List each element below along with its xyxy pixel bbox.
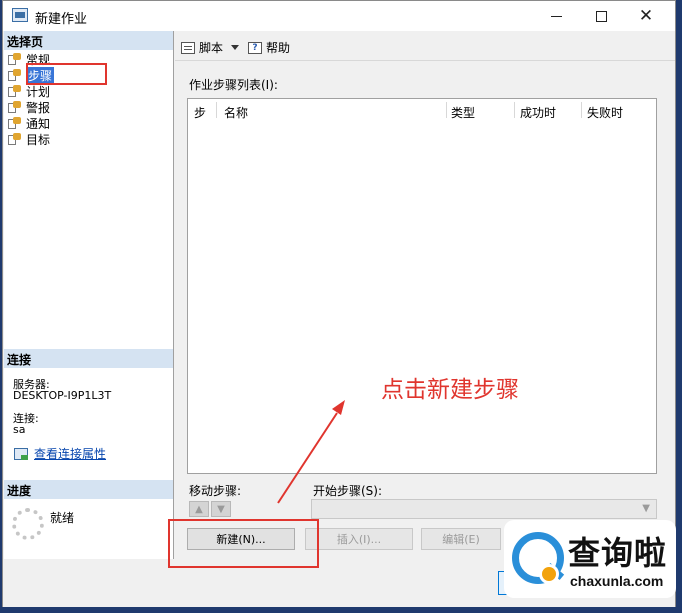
watermark-name: 查询啦 bbox=[568, 534, 668, 572]
annotation-text: 点击新建步骤 bbox=[381, 377, 519, 403]
watermark: 查询啦 chaxunla.com bbox=[504, 520, 676, 598]
watermark-domain: chaxunla.com bbox=[570, 573, 664, 589]
watermark-logo-dot bbox=[539, 564, 559, 584]
